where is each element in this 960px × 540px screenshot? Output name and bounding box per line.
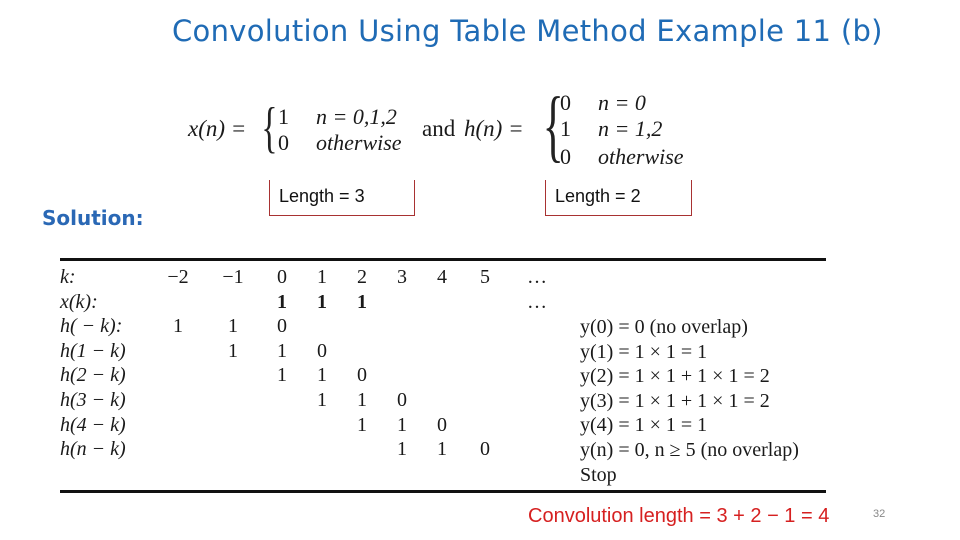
row-label: h( − k):	[60, 315, 123, 338]
table-cell: 4	[437, 266, 447, 288]
x-lhs: x(n) =	[188, 116, 247, 141]
x-case-condition: n = 0,1,2	[316, 104, 397, 129]
h-case-condition: n = 1,2	[598, 116, 663, 141]
table-cell: 1	[357, 413, 367, 436]
table-cell: 1	[437, 438, 447, 461]
table-header-row: k: −2 −1 0 1 2 3 4 5 …	[60, 265, 580, 289]
h-length-box: Length = 2	[545, 180, 692, 216]
table-cell: 0	[357, 364, 367, 387]
row-label: k:	[60, 266, 76, 288]
h-case-value: 1	[560, 116, 571, 141]
table-cell: 1	[357, 290, 367, 313]
result-equation: y(3) = 1 × 1 + 1 × 1 = 2	[580, 389, 770, 412]
table-top-rule	[60, 258, 826, 261]
result-equation: y(2) = 1 × 1 + 1 × 1 = 2	[580, 365, 770, 388]
table-cell: 1	[397, 438, 407, 461]
row-label: h(2 − k)	[60, 364, 126, 387]
table-cell: 1	[173, 315, 183, 338]
h-case-value: 0	[560, 144, 571, 169]
table-row: x(k): 1 1 1 …	[60, 290, 580, 314]
result-equation: y(0) = 0 (no overlap)	[580, 316, 748, 338]
table-row: h( − k): 1 1 0	[60, 314, 580, 338]
table-cell: 0	[277, 266, 287, 288]
row-label: h(3 − k)	[60, 389, 126, 411]
table-row: h(3 − k) 1 1 0	[60, 388, 580, 412]
x-case-condition: otherwise	[316, 130, 402, 155]
table-cell: 3	[397, 266, 407, 288]
x-case-value: 0	[278, 130, 289, 155]
h-lhs: h(n) =	[464, 116, 524, 141]
table-cell: 1	[317, 364, 327, 387]
table-cell: 0	[277, 315, 287, 338]
x-brace: {	[261, 97, 278, 159]
table-cell: 1	[277, 364, 287, 387]
result-equation: y(n) = 0, n ≥ 5 (no overlap)	[580, 439, 799, 461]
table-bottom-rule	[60, 490, 826, 493]
table-cell: 1	[317, 389, 327, 411]
result-equation: y(4) = 1 × 1 = 1	[580, 414, 708, 437]
table-cell: 1	[317, 290, 327, 313]
table-cell: 1	[317, 266, 327, 288]
row-label: x(k):	[60, 290, 98, 313]
table-cell: 1	[397, 413, 407, 436]
table-cell: 0	[437, 413, 447, 436]
row-label: h(n − k)	[60, 438, 126, 461]
row-label: h(1 − k)	[60, 339, 126, 362]
table-row: h(2 − k) 1 1 0	[60, 363, 580, 387]
x-length-box: Length = 3	[269, 180, 415, 216]
page-number: 32	[873, 508, 886, 520]
stop-label: Stop	[580, 463, 617, 486]
table-cell: 1	[277, 339, 287, 362]
table-cell: 1	[228, 339, 238, 362]
table-row: h(n − k) 1 1 0	[60, 437, 580, 461]
table-cell: 5	[480, 266, 490, 288]
table-cell: 1	[357, 389, 367, 411]
table-cell: 0	[317, 339, 327, 362]
table-cell: 1	[277, 290, 287, 313]
table-cell: 0	[397, 389, 407, 411]
table-cell: 2	[357, 266, 367, 288]
h-case-value: 0	[560, 90, 571, 115]
ellipsis-cell: …	[527, 266, 547, 288]
table-cell: −2	[167, 266, 189, 288]
ellipsis-cell: …	[527, 290, 547, 313]
table-cell: −1	[222, 266, 244, 288]
slide-title: Convolution Using Table Method Example 1…	[172, 14, 883, 48]
result-equation: y(1) = 1 × 1 = 1	[580, 340, 708, 363]
h-case-condition: otherwise	[598, 144, 684, 169]
convolution-length-note: Convolution length = 3 + 2 − 1 = 4	[528, 505, 830, 527]
solution-label: Solution:	[42, 206, 144, 230]
and-connector: and	[422, 116, 456, 141]
x-case-value: 1	[278, 104, 289, 129]
table-row: h(4 − k) 1 1 0	[60, 413, 580, 437]
table-row: h(1 − k) 1 1 0	[60, 339, 580, 363]
h-case-condition: n = 0	[598, 90, 646, 115]
row-label: h(4 − k)	[60, 413, 126, 436]
table-cell: 1	[228, 315, 238, 338]
table-cell: 0	[480, 438, 490, 461]
